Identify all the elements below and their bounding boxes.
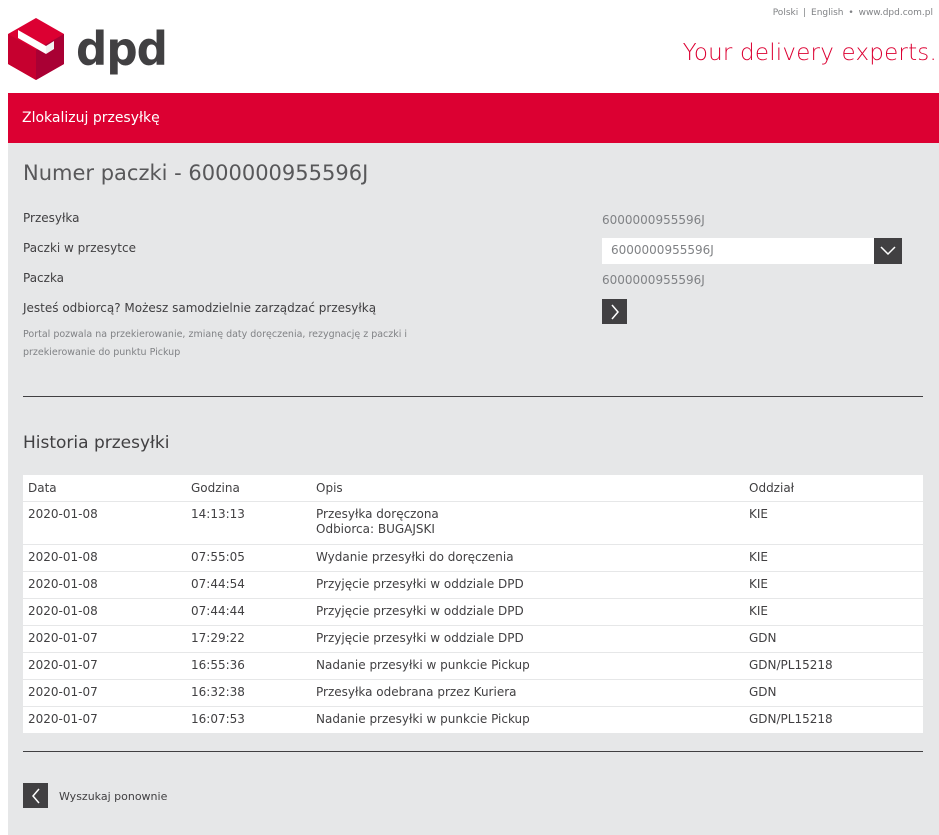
lang-polish-link[interactable]: Polski bbox=[773, 8, 799, 18]
cell-date: 2020-01-08 bbox=[23, 571, 186, 599]
manage-shipment-button[interactable] bbox=[602, 299, 627, 324]
packages-select[interactable]: 6000000955596J bbox=[602, 238, 902, 264]
cell-date: 2020-01-07 bbox=[23, 679, 186, 707]
cell-description: Przyjęcie przesyłki w oddziale DPD bbox=[311, 598, 744, 626]
package-value: 6000000955596J bbox=[602, 273, 705, 287]
table-row: 2020-01-07 16:32:38 Przesyłka odebrana p… bbox=[23, 679, 923, 707]
site-url-link[interactable]: www.dpd.com.pl bbox=[859, 8, 933, 18]
search-again-label[interactable]: Wyszukaj ponownie bbox=[59, 790, 167, 803]
package-label: Paczka bbox=[23, 271, 65, 285]
cell-time: 16:07:53 bbox=[186, 706, 311, 734]
portal-note: Portal pozwala na przekierowanie, zmianę… bbox=[23, 329, 408, 358]
tagline: Your delivery experts. bbox=[682, 40, 937, 66]
cell-date: 2020-01-08 bbox=[23, 501, 186, 545]
cell-branch: KIE bbox=[744, 571, 923, 599]
table-row: 2020-01-07 16:07:53 Nadanie przesyłki w … bbox=[23, 706, 923, 734]
cell-description: Przesyłka doręczona Odbiorca: BUGAJSKI bbox=[311, 501, 744, 545]
dot-separator: • bbox=[848, 8, 854, 18]
cell-time: 16:32:38 bbox=[186, 679, 311, 707]
cell-description: Nadanie przesyłki w punkcie Pickup bbox=[311, 706, 744, 734]
history-title: Historia przesyłki bbox=[23, 433, 170, 453]
cell-branch: GDN bbox=[744, 625, 923, 653]
shipment-value: 6000000955596J bbox=[602, 213, 705, 227]
cell-time: 16:55:36 bbox=[186, 652, 311, 680]
table-row: 2020-01-07 17:29:22 Przyjęcie przesyłki … bbox=[23, 625, 923, 653]
divider-top bbox=[23, 396, 923, 397]
column-header-description: Opis bbox=[311, 475, 744, 502]
section-bar: Zlokalizuj przesyłkę bbox=[8, 93, 939, 143]
dpd-logo[interactable]: dpd bbox=[8, 18, 172, 80]
cell-branch: KIE bbox=[744, 544, 923, 572]
cell-time: 14:13:13 bbox=[186, 501, 311, 545]
table-row: 2020-01-07 16:55:36 Nadanie przesyłki w … bbox=[23, 652, 923, 680]
cell-description: Przyjęcie przesyłki w oddziale DPD bbox=[311, 625, 744, 653]
description-recipient: Odbiorca: BUGAJSKI bbox=[316, 522, 435, 536]
shipment-label: Przesyłka bbox=[23, 211, 80, 225]
cell-date: 2020-01-07 bbox=[23, 625, 186, 653]
cell-branch: KIE bbox=[744, 501, 923, 545]
cell-date: 2020-01-07 bbox=[23, 652, 186, 680]
table-row: 2020-01-08 07:44:54 Przyjęcie przesyłki … bbox=[23, 571, 923, 599]
table-row: 2020-01-08 14:13:13 Przesyłka doręczona … bbox=[23, 501, 923, 545]
table-row: 2020-01-08 07:44:44 Przyjęcie przesyłki … bbox=[23, 598, 923, 626]
column-header-time: Godzina bbox=[186, 475, 311, 502]
recipient-manage-label: Jesteś odbiorcą? Możesz samodzielnie zar… bbox=[23, 301, 377, 315]
lang-separator: | bbox=[803, 8, 807, 18]
section-label: Zlokalizuj przesyłkę bbox=[22, 110, 160, 126]
cell-branch: GDN/PL15218 bbox=[744, 652, 923, 680]
chevron-right-icon bbox=[610, 304, 619, 319]
description-line: Przesyłka doręczona bbox=[316, 507, 439, 521]
chevron-down-icon bbox=[880, 246, 896, 256]
cell-date: 2020-01-08 bbox=[23, 544, 186, 572]
table-row: 2020-01-08 07:55:05 Wydanie przesyłki do… bbox=[23, 544, 923, 572]
cell-branch: KIE bbox=[744, 598, 923, 626]
cell-time: 17:29:22 bbox=[186, 625, 311, 653]
table-header-row: Data Godzina Opis Oddział bbox=[23, 475, 923, 502]
language-bar: Polski | English • www.dpd.com.pl bbox=[773, 8, 933, 18]
cell-description: Nadanie przesyłki w punkcie Pickup bbox=[311, 652, 744, 680]
cell-description: Przesyłka odebrana przez Kuriera bbox=[311, 679, 744, 707]
cell-time: 07:44:44 bbox=[186, 598, 311, 626]
search-again-button[interactable] bbox=[23, 783, 48, 808]
column-header-branch: Oddział bbox=[744, 475, 923, 502]
cell-date: 2020-01-07 bbox=[23, 706, 186, 734]
dpd-cube-logo-icon bbox=[8, 18, 64, 80]
divider-bottom bbox=[23, 751, 923, 752]
cell-date: 2020-01-08 bbox=[23, 598, 186, 626]
cell-time: 07:55:05 bbox=[186, 544, 311, 572]
lang-english-link[interactable]: English bbox=[811, 8, 844, 18]
cell-description: Wydanie przesyłki do doręczenia bbox=[311, 544, 744, 572]
history-table: Data Godzina Opis Oddział 2020-01-08 14:… bbox=[23, 475, 923, 734]
packages-selected-value: 6000000955596J bbox=[611, 243, 714, 257]
packages-dropdown-button[interactable] bbox=[874, 238, 902, 264]
tracking-panel: Numer paczki - 6000000955596J Przesyłka … bbox=[8, 143, 939, 835]
cell-time: 07:44:54 bbox=[186, 571, 311, 599]
page-title: Numer paczki - 6000000955596J bbox=[23, 161, 369, 185]
logo-text: dpd bbox=[76, 22, 168, 76]
chevron-left-icon bbox=[31, 788, 40, 803]
cell-description: Przyjęcie przesyłki w oddziale DPD bbox=[311, 571, 744, 599]
packages-label: Paczki w przesytce bbox=[23, 241, 136, 255]
cell-branch: GDN/PL15218 bbox=[744, 706, 923, 734]
column-header-date: Data bbox=[23, 475, 186, 502]
cell-branch: GDN bbox=[744, 679, 923, 707]
